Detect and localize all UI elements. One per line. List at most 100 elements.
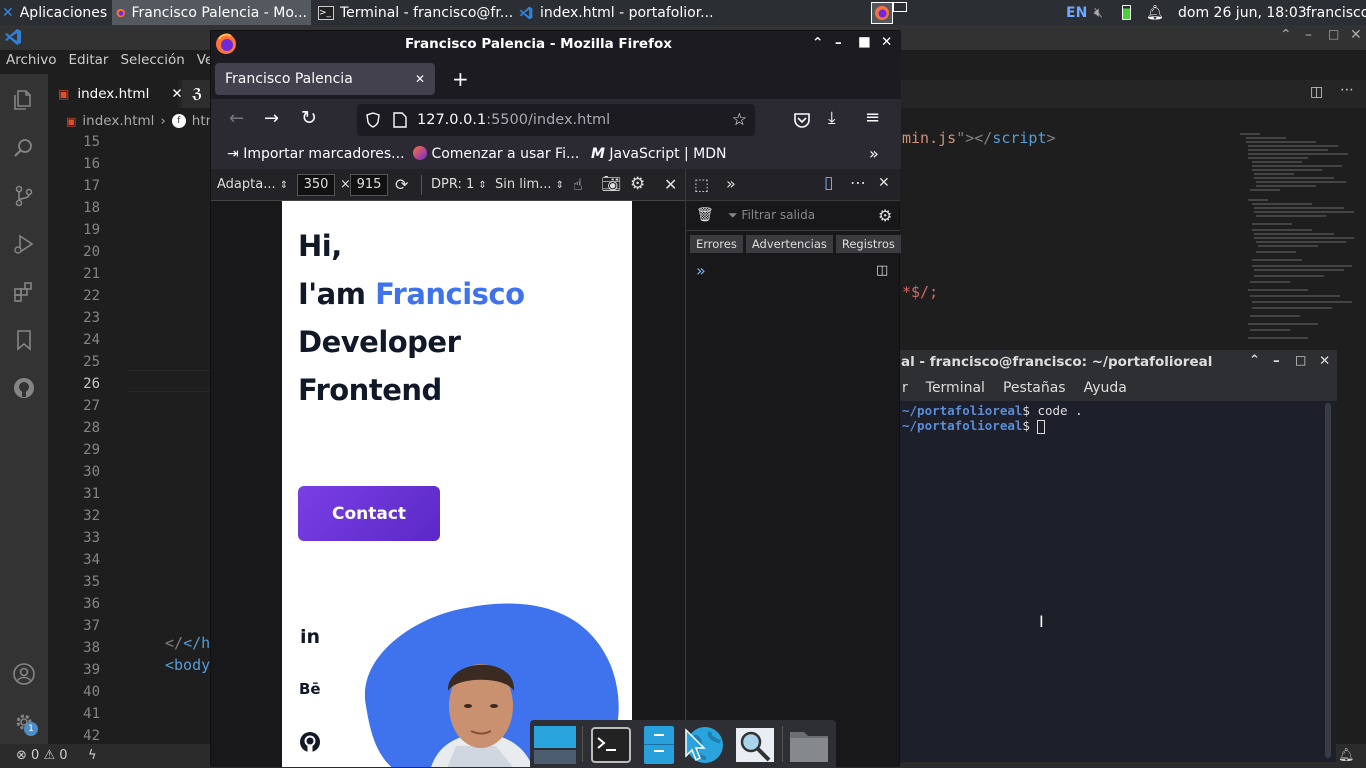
close-tab-icon[interactable]: ✕ bbox=[415, 72, 425, 86]
split-editor-icon[interactable]: ◫ bbox=[1310, 84, 1323, 100]
clear-console-trash-icon[interactable]: 🗑︎ bbox=[696, 207, 714, 223]
filter-logs[interactable]: Registros bbox=[835, 235, 901, 253]
file-manager-app-icon[interactable] bbox=[638, 726, 680, 764]
menu-seleccion[interactable]: Selección bbox=[120, 52, 184, 74]
devtools-close-icon[interactable]: ✕ bbox=[878, 175, 890, 191]
forward-button[interactable]: → bbox=[264, 108, 279, 129]
terminal-menu-terminal[interactable]: Terminal bbox=[926, 380, 985, 396]
terminal-scrollbar[interactable] bbox=[1325, 403, 1331, 758]
task-terminal[interactable]: >_ Terminal - francisco@fr... bbox=[314, 0, 517, 25]
user-menu[interactable]: francisco bbox=[1306, 0, 1366, 25]
vscode-minimize-button[interactable]: ⌃ bbox=[1280, 27, 1292, 43]
workspace-switcher[interactable] bbox=[871, 0, 907, 25]
lightning-icon[interactable]: ϟ bbox=[88, 748, 97, 763]
filter-output-input[interactable]: ⏷ Filtrar salida bbox=[728, 208, 815, 223]
volume-muted-icon[interactable]: 🔇︎ bbox=[1094, 0, 1103, 25]
reload-button[interactable]: ↻ bbox=[301, 107, 317, 129]
settings-gear-icon[interactable]: ⚙ bbox=[630, 174, 645, 194]
touch-icon[interactable]: ☝ bbox=[573, 175, 583, 194]
filter-errors[interactable]: Errores bbox=[690, 235, 743, 253]
contact-button[interactable]: Contact bbox=[298, 486, 440, 541]
linkedin-icon[interactable]: in bbox=[300, 626, 320, 648]
notification-bell-icon[interactable]: 🔔︎ bbox=[1146, 0, 1164, 25]
folder-app-icon[interactable] bbox=[788, 726, 830, 764]
page-icon[interactable] bbox=[393, 112, 407, 128]
workspace-2-icon[interactable] bbox=[893, 2, 907, 12]
bookmark-star-icon[interactable]: ☆ bbox=[732, 110, 747, 130]
terminal-minimize-button[interactable]: – bbox=[1273, 353, 1280, 369]
terminal-app-icon[interactable] bbox=[590, 726, 632, 764]
more-tools-chevron-icon[interactable]: » bbox=[726, 174, 736, 193]
minimap[interactable] bbox=[1238, 130, 1358, 350]
task-vscode[interactable]: index.html - portafolior... bbox=[514, 0, 718, 25]
clock[interactable]: dom 26 jun, 18:03 bbox=[1178, 0, 1307, 25]
back-button[interactable]: ← bbox=[229, 108, 244, 129]
terminal-menu-help[interactable]: Ayuda bbox=[1084, 380, 1127, 396]
terminal-menu-tabs[interactable]: Pestañas bbox=[1003, 380, 1066, 396]
vscode-close-button[interactable]: ✕ bbox=[1350, 27, 1362, 43]
pocket-icon[interactable] bbox=[793, 111, 811, 129]
accounts-icon[interactable] bbox=[12, 662, 36, 686]
bookmark-import[interactable]: ⇥ Importar marcadores... bbox=[227, 146, 405, 162]
battery-icon[interactable] bbox=[1122, 0, 1131, 25]
url-bar[interactable]: 127.0.0.1:5500/index.html ☆ bbox=[357, 104, 755, 136]
extensions-icon[interactable] bbox=[12, 280, 36, 304]
new-tab-button[interactable]: + bbox=[452, 67, 469, 91]
terminal-menu-partial[interactable]: r bbox=[902, 380, 908, 396]
terminal-maximize-button[interactable]: □ bbox=[1295, 353, 1306, 367]
breadcrumb-file[interactable]: index.html bbox=[82, 113, 154, 129]
source-control-icon[interactable] bbox=[12, 184, 36, 208]
shield-icon[interactable] bbox=[365, 112, 381, 128]
settings-gear-icon[interactable]: 1 bbox=[12, 710, 38, 736]
firefox-minimize-button[interactable]: – bbox=[835, 35, 842, 51]
vscode-restore-button[interactable]: – bbox=[1305, 27, 1312, 43]
height-input[interactable]: 915 bbox=[350, 174, 388, 196]
vscode-maximize-button[interactable]: □ bbox=[1328, 27, 1339, 41]
dpr-select[interactable]: DPR: 1 ⇕ bbox=[431, 177, 487, 192]
explorer-icon[interactable] bbox=[12, 88, 36, 112]
close-tab-icon[interactable]: ✕ bbox=[171, 86, 182, 102]
firefox-maximize-button[interactable]: ■ bbox=[858, 34, 871, 50]
firefox-shade-button[interactable]: ⌃ bbox=[812, 35, 823, 51]
github-icon[interactable] bbox=[12, 376, 36, 400]
terminal-close-button[interactable]: ✕ bbox=[1319, 353, 1330, 369]
menu-hamburger-icon[interactable]: ≡ bbox=[865, 107, 880, 128]
terminal-window[interactable]: al - francisco@francisco: ~/portafoliore… bbox=[898, 350, 1337, 762]
overflow-chevron-icon[interactable]: » bbox=[869, 144, 879, 163]
firefox-close-button[interactable]: ✕ bbox=[881, 34, 892, 50]
more-actions-icon[interactable]: ⋯ bbox=[1340, 82, 1354, 98]
throttle-select[interactable]: Sin lim... ⇕ bbox=[495, 177, 564, 192]
menu-editar[interactable]: Editar bbox=[68, 52, 108, 74]
element-picker-icon[interactable]: ⬚ bbox=[694, 175, 709, 194]
editor-tab-index-html[interactable]: ▣ index.html ✕ bbox=[48, 80, 183, 108]
editor-mode-toggle-icon[interactable]: ◫ bbox=[876, 263, 888, 278]
downloads-icon[interactable]: ⤓ bbox=[828, 108, 836, 128]
devtools-menu-icon[interactable]: ⋯ bbox=[850, 173, 866, 192]
task-firefox[interactable]: Francisco Palencia - Mo... bbox=[112, 0, 311, 25]
responsive-mode-icon[interactable]: ▯ bbox=[824, 173, 833, 193]
behance-icon[interactable]: Bē bbox=[299, 680, 321, 698]
run-debug-icon[interactable] bbox=[12, 232, 36, 256]
applications-menu[interactable]: ✕ Aplicaciones bbox=[2, 0, 107, 25]
notifications-icon[interactable]: 🔔︎ bbox=[1338, 748, 1355, 763]
close-rdm-icon[interactable]: ✕ bbox=[664, 175, 677, 194]
search-icon[interactable] bbox=[12, 136, 36, 160]
device-select[interactable]: Adapta... ⇕ bbox=[217, 177, 288, 192]
keyboard-layout[interactable]: EN bbox=[1066, 0, 1087, 25]
workspace-1-icon[interactable] bbox=[871, 1, 893, 24]
bookmark-getting-started[interactable]: Comenzar a usar Fi... bbox=[413, 146, 579, 162]
menu-archivo[interactable]: Archivo bbox=[6, 52, 56, 74]
search-app-icon[interactable] bbox=[734, 726, 776, 764]
problems-status[interactable]: ⊗ 0 ⚠ 0 bbox=[16, 748, 68, 763]
console-settings-gear-icon[interactable]: ⚙ bbox=[878, 206, 892, 225]
show-desktop-icon[interactable] bbox=[534, 726, 576, 764]
browser-tab[interactable]: Francisco Palencia ✕ bbox=[215, 63, 435, 95]
console-prompt-chevron-icon[interactable]: » bbox=[696, 261, 706, 280]
screenshot-camera-icon[interactable]: 📷︎ bbox=[601, 174, 621, 193]
github-icon[interactable] bbox=[299, 731, 321, 753]
bookmark-mdn[interactable]: M JavaScript | MDN bbox=[591, 146, 727, 162]
rotate-icon[interactable]: ⟳ bbox=[395, 175, 408, 194]
terminal-shade-button[interactable]: ⌃ bbox=[1249, 353, 1260, 368]
editor-tab-css[interactable]: ℨ bbox=[182, 80, 212, 108]
width-input[interactable]: 350 bbox=[297, 174, 335, 196]
